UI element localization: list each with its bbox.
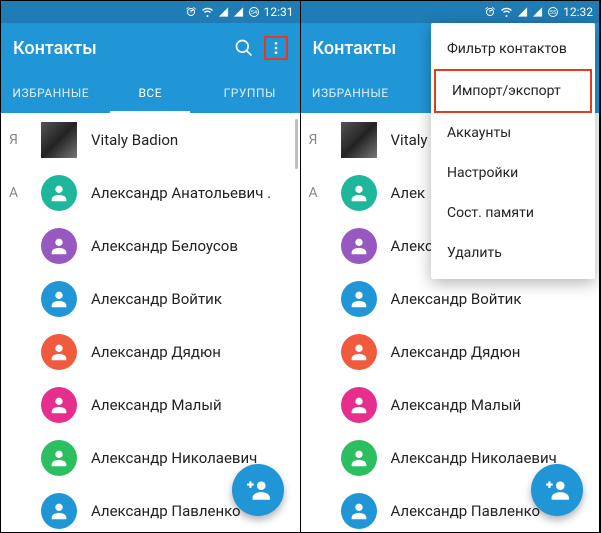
avatar-icon [341, 334, 377, 370]
avatar-icon [341, 228, 377, 264]
contact-name: Александр Павленко [391, 502, 541, 520]
tab-bar: ИЗБРАННЫЕ ВСЕ ГРУППЫ [1, 73, 300, 113]
add-contact-fab[interactable] [232, 464, 284, 516]
svg-text:55: 55 [550, 10, 556, 16]
tab-groups[interactable]: ГРУППЫ [200, 73, 300, 113]
search-button[interactable] [232, 36, 256, 60]
app-title: Контакты [13, 38, 224, 59]
menu-memory-status[interactable]: Сост. памяти [431, 193, 595, 233]
menu-settings[interactable]: Настройки [431, 153, 595, 193]
contact-row[interactable]: Александр Войтик [301, 272, 600, 325]
menu-import-export[interactable]: Импорт/экспорт [434, 69, 592, 113]
alarm-icon [484, 6, 496, 18]
signal-icon [218, 6, 229, 18]
contact-row[interactable]: Александр Войтик [1, 272, 300, 325]
app-bar: Контакты [1, 23, 300, 73]
contact-name: Александр Дядюн [391, 343, 521, 361]
overflow-menu: Фильтр контактов Импорт/экспорт Аккаунты… [431, 23, 595, 279]
svg-text:54: 54 [251, 10, 257, 16]
contact-row[interactable]: Александр Малый [301, 378, 600, 431]
contact-row[interactable]: А Александр Анатольевич . [1, 166, 300, 219]
signal-icon-2 [532, 6, 543, 18]
section-letter: Я [309, 132, 341, 148]
overflow-menu-button[interactable] [264, 36, 288, 60]
avatar-icon [341, 440, 377, 476]
tab-favorites[interactable]: ИЗБРАННЫЕ [1, 73, 101, 113]
search-icon [234, 38, 254, 58]
battery-icon: 55 [547, 6, 559, 18]
contact-name: Александр Войтик [391, 290, 522, 308]
battery-icon: 54 [248, 6, 260, 18]
contact-row[interactable]: Я Vitaly Badion [1, 113, 300, 166]
avatar-icon [341, 387, 377, 423]
contact-row[interactable]: Александр Дядюн [301, 325, 600, 378]
contact-name: Александр Малый [391, 396, 522, 414]
signal-icon-2 [233, 6, 244, 18]
avatar-icon [341, 175, 377, 211]
person-add-icon [245, 477, 271, 503]
contact-row[interactable]: Александр Малый [1, 378, 300, 431]
contact-name: Александр Войтик [91, 290, 222, 308]
menu-accounts[interactable]: Аккаунты [431, 113, 595, 153]
tab-favorites[interactable]: ИЗБРАННЫЕ [301, 73, 401, 113]
more-vert-icon [268, 39, 284, 57]
contact-name: Александр Николаевич [91, 449, 257, 467]
avatar-photo [41, 122, 77, 158]
contact-name: Алек [391, 184, 426, 202]
avatar-icon [341, 281, 377, 317]
tab-all[interactable]: ВСЕ [101, 73, 201, 113]
status-bar: 54 12:31 [1, 1, 300, 23]
avatar-icon [341, 493, 377, 529]
add-contact-fab[interactable] [531, 464, 583, 516]
contact-name: Александр Белоусов [91, 237, 238, 255]
section-letter: А [9, 185, 41, 201]
menu-delete[interactable]: Удалить [431, 233, 595, 273]
wifi-icon [201, 6, 214, 18]
contact-name: Александр Анатольевич . [91, 184, 271, 202]
avatar-icon [41, 493, 77, 529]
contact-row[interactable]: Александр Дядюн [1, 325, 300, 378]
avatar-icon [41, 175, 77, 211]
person-add-icon [544, 477, 570, 503]
phone-screen-right: 55 12:32 Контакты ИЗБРАННЫЕ ЯVitalyААлек… [301, 1, 601, 532]
status-bar: 55 12:32 [301, 1, 600, 23]
section-letter: Я [9, 132, 41, 148]
contact-name: Александр Малый [91, 396, 222, 414]
scrollbar[interactable] [295, 119, 298, 169]
contact-name: Александр Николаевич [391, 449, 557, 467]
contact-name: Vitaly [391, 131, 428, 149]
avatar-icon [41, 387, 77, 423]
wifi-icon [500, 6, 513, 18]
avatar-icon [41, 228, 77, 264]
alarm-icon [185, 6, 197, 18]
contact-name: Александр Павленко [91, 502, 241, 520]
phone-screen-left: 54 12:31 Контакты ИЗБРАННЫЕ ВСЕ ГРУППЫ Я… [1, 1, 301, 532]
contact-name: Vitaly Badion [91, 131, 178, 149]
contact-row[interactable]: Александр Белоусов [1, 219, 300, 272]
avatar-icon [41, 281, 77, 317]
contact-name: Александр Дядюн [91, 343, 221, 361]
status-time: 12:32 [563, 5, 593, 19]
menu-filter-contacts[interactable]: Фильтр контактов [431, 29, 595, 69]
signal-icon [517, 6, 528, 18]
avatar-photo [341, 122, 377, 158]
avatar-icon [41, 440, 77, 476]
status-time: 12:31 [264, 5, 294, 19]
avatar-icon [41, 334, 77, 370]
section-letter: А [309, 185, 341, 201]
